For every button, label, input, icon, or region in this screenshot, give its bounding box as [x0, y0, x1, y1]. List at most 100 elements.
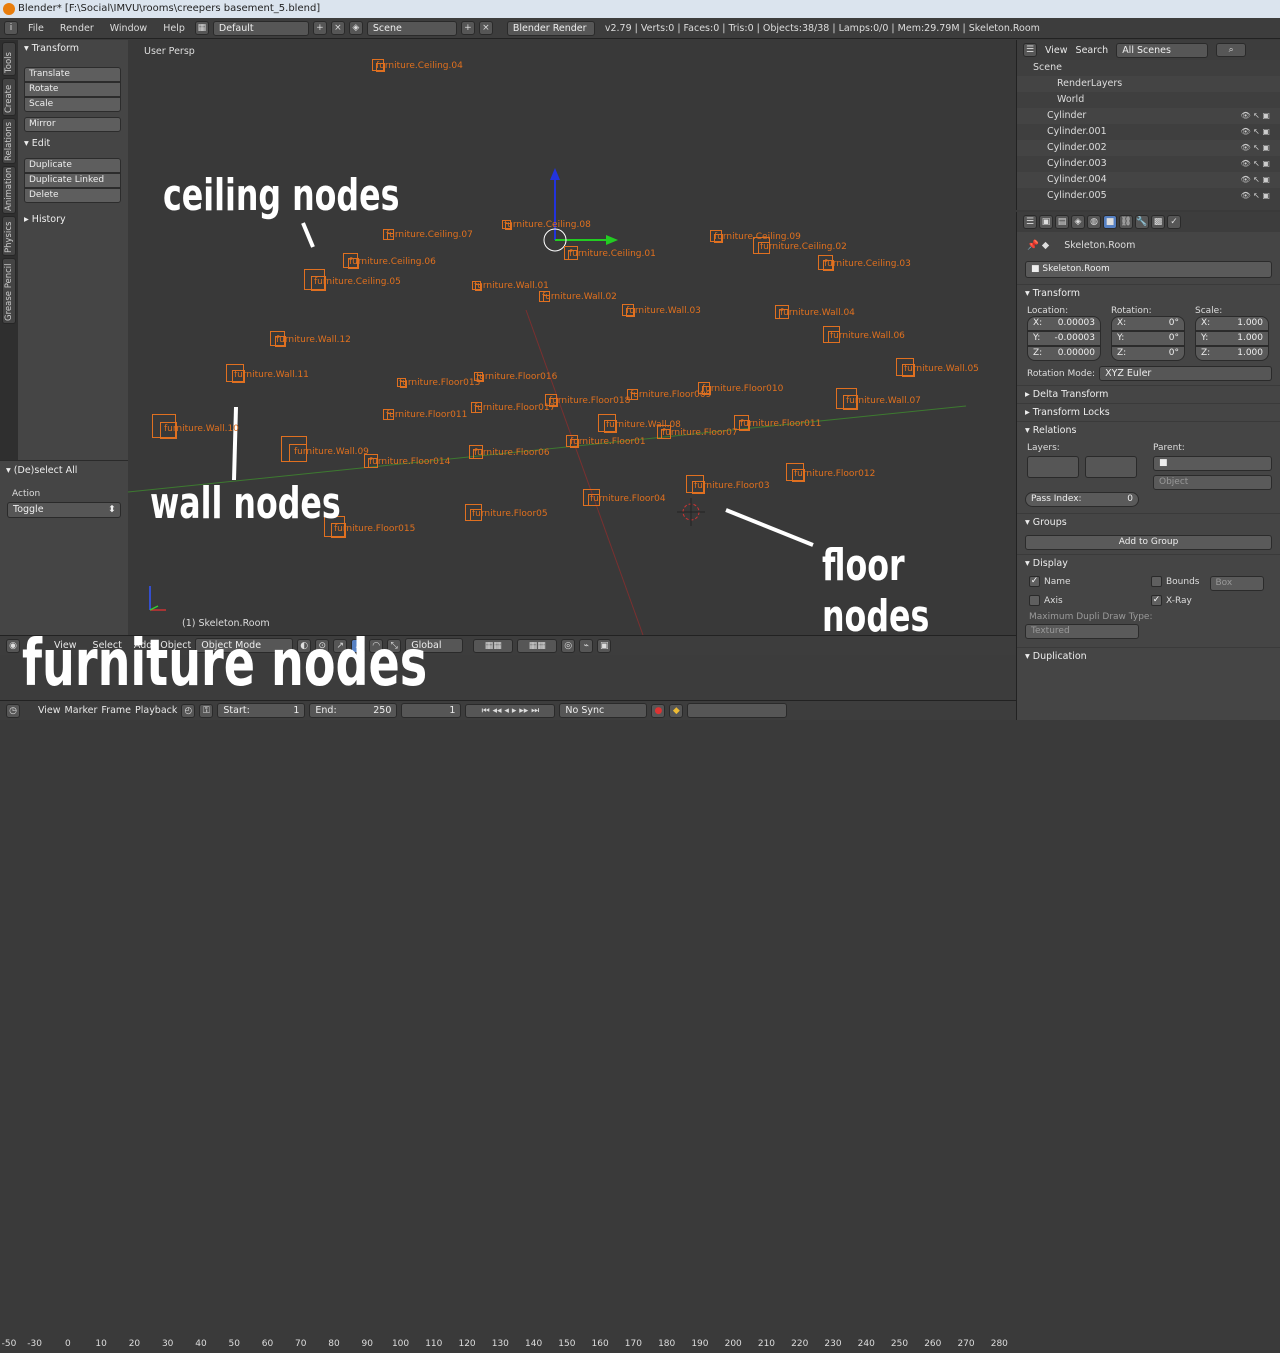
rotation-field[interactable]: Y: 0° — [1111, 331, 1185, 346]
tab-grease-pencil[interactable]: Grease Pencil — [2, 258, 16, 324]
tab-tools[interactable]: Tools — [2, 42, 16, 76]
object-name-field[interactable]: ■ Skeleton.Room — [1025, 261, 1272, 278]
render-tab-icon[interactable]: ▣ — [1039, 215, 1053, 229]
clock-icon[interactable]: ◴ — [181, 703, 196, 718]
tab-create[interactable]: Create — [2, 78, 16, 116]
bounds-type-select[interactable]: Box — [1209, 576, 1264, 591]
outliner-item[interactable]: RenderLayers — [1017, 76, 1280, 92]
outliner-item[interactable]: Cylinder.003 👁 ↖ ▣ — [1017, 156, 1280, 172]
modifiers-tab-icon[interactable]: 🔧 — [1135, 215, 1149, 229]
end-frame-field[interactable]: End: 250 — [309, 703, 398, 718]
tl-menu-marker[interactable]: Marker — [65, 705, 98, 716]
properties-editor-icon[interactable]: ☰ — [1023, 215, 1037, 229]
scene-icon[interactable]: ◈ — [348, 21, 363, 35]
visibility-icons[interactable]: 👁 ↖ ▣ — [1240, 172, 1270, 188]
display-header[interactable]: ▾ Display — [1017, 554, 1280, 572]
keyframe-icon[interactable]: ◆ — [669, 703, 684, 718]
add-to-group-button[interactable]: Add to Group — [1025, 535, 1272, 550]
location-field[interactable]: X: 0.00003 — [1027, 316, 1101, 331]
layers-block-1[interactable] — [1027, 456, 1079, 478]
outliner-editor-icon[interactable]: ☰ — [1023, 43, 1037, 57]
edit-panel-header[interactable]: ▾ Edit — [18, 135, 128, 152]
frame-ruler[interactable]: -50 -30 0 10 20 30 40 50 60 70 80 90 100 110 120 130 140… — [0, 1339, 1016, 1353]
object-tab-icon[interactable]: ■ — [1103, 215, 1117, 229]
mirror-button[interactable]: Mirror — [24, 117, 121, 132]
parent-type-select[interactable]: Object — [1153, 475, 1272, 490]
outliner-item[interactable]: Cylinder.002 👁 ↖ ▣ — [1017, 140, 1280, 156]
rotation-field[interactable]: Z: 0° — [1111, 346, 1185, 361]
tab-physics[interactable]: Physics — [2, 216, 16, 256]
tl-menu-playback[interactable]: Playback — [135, 705, 177, 716]
record-icon[interactable]: ● — [651, 703, 666, 718]
transform-panel-header[interactable]: ▾ Transform — [18, 40, 128, 57]
timeline-editor-icon[interactable]: ◷ — [6, 703, 20, 718]
name-checkbox[interactable]: ✓ Name — [1029, 576, 1151, 591]
layers-grid[interactable]: ▦▦ — [473, 638, 514, 653]
transform-locks-header[interactable]: ▸ Transform Locks — [1017, 403, 1280, 421]
current-frame-field[interactable]: 1 — [401, 703, 462, 718]
tab-animation[interactable]: Animation — [2, 166, 16, 214]
scale-field[interactable]: X: 1.000 — [1195, 316, 1269, 331]
outliner-item[interactable]: Cylinder.004 👁 ↖ ▣ — [1017, 172, 1280, 188]
pass-index-field[interactable]: Pass Index: 0 — [1025, 492, 1139, 507]
outliner-item[interactable]: Cylinder.001 👁 ↖ ▣ — [1017, 124, 1280, 140]
duplication-header[interactable]: ▾ Duplication — [1017, 647, 1280, 665]
dupli-select[interactable]: Textured — [1025, 624, 1139, 639]
duplicate-linked-button[interactable]: Duplicate Linked — [24, 173, 121, 188]
scale-field[interactable]: Z: 1.000 — [1195, 346, 1269, 361]
tl-menu-frame[interactable]: Frame — [101, 705, 131, 716]
layers-tab-icon[interactable]: ▤ — [1055, 215, 1069, 229]
world-tab-icon[interactable]: ◍ — [1087, 215, 1101, 229]
action-select[interactable]: Toggle ⬍ — [7, 502, 121, 518]
keying-set-field[interactable] — [687, 703, 788, 718]
layout-select[interactable]: Default — [212, 20, 309, 36]
axis-checkbox[interactable]: Axis — [1029, 595, 1151, 606]
screen-layout-icon[interactable]: ▦ — [194, 21, 209, 35]
remove-scene-icon[interactable]: × — [478, 21, 493, 35]
menu-help[interactable]: Help — [157, 23, 191, 34]
location-field[interactable]: Y: -0.00003 — [1027, 331, 1101, 346]
editor-type-icon[interactable]: i — [4, 21, 18, 35]
layers-block-2[interactable] — [1085, 456, 1137, 478]
outliner-menu-view[interactable]: View — [1045, 45, 1068, 56]
physics-tab-icon[interactable]: ✓ — [1167, 215, 1181, 229]
rotate-button[interactable]: Rotate — [24, 82, 121, 97]
outliner-item[interactable]: Cylinder 👁 ↖ ▣ — [1017, 108, 1280, 124]
tab-relations[interactable]: Relations — [2, 118, 16, 164]
menu-file[interactable]: File — [22, 23, 50, 34]
menu-render[interactable]: Render — [54, 23, 100, 34]
operator-title[interactable]: ▾ (De)select All — [0, 461, 128, 479]
visibility-icons[interactable]: 👁 ↖ ▣ — [1240, 108, 1270, 124]
3d-viewport[interactable]: User Persp furniture.Ceiling.04 furniture… — [128, 40, 1016, 635]
constraints-tab-icon[interactable]: ⛓ — [1119, 215, 1133, 229]
add-layout-icon[interactable]: + — [312, 21, 327, 35]
visibility-icons[interactable]: 👁 ↖ ▣ — [1240, 140, 1270, 156]
visibility-icons[interactable]: 👁 ↖ ▣ — [1240, 188, 1270, 204]
add-scene-icon[interactable]: + — [460, 21, 475, 35]
editor-type-icon-3d[interactable]: ◉ — [6, 638, 20, 653]
parent-field[interactable]: ■ — [1153, 456, 1272, 471]
lock-camera-icon[interactable]: ◎ — [561, 638, 576, 653]
sync-select[interactable]: No Sync — [559, 703, 648, 718]
duplicate-button[interactable]: Duplicate — [24, 158, 121, 173]
render-preview-icon[interactable]: ▣ — [597, 638, 612, 653]
scene-select[interactable]: Scene — [366, 20, 457, 36]
groups-header[interactable]: ▾ Groups — [1017, 513, 1280, 531]
scale-button[interactable]: Scale — [24, 97, 121, 112]
outliner-search-icon[interactable]: ⌕ — [1216, 43, 1247, 57]
outliner-menu-search[interactable]: Search — [1076, 45, 1109, 56]
visibility-icons[interactable]: 👁 ↖ ▣ — [1240, 124, 1270, 140]
outliner-item[interactable]: Cylinder.005 👁 ↖ ▣ — [1017, 188, 1280, 204]
xray-checkbox[interactable]: ✓ X-Ray — [1151, 595, 1192, 606]
rotation-field[interactable]: X: 0° — [1111, 316, 1185, 331]
outliner-item[interactable]: Scene — [1017, 60, 1280, 76]
playback-controls[interactable]: ⏮ ◂◂ ◂ ▸ ▸▸ ⏭ — [465, 703, 556, 718]
layers-grid-2[interactable]: ▦▦ — [517, 638, 558, 653]
remove-layout-icon[interactable]: × — [330, 21, 345, 35]
timeline[interactable]: furniture nodes -50 -30 0 10 20 30 40 50 60 70 80 9… — [0, 627, 1016, 1349]
start-frame-field[interactable]: Start: 1 — [217, 703, 306, 718]
delete-button[interactable]: Delete — [24, 188, 121, 203]
rotation-mode-select[interactable]: XYZ Euler — [1099, 366, 1272, 381]
texture-tab-icon[interactable]: ▩ — [1151, 215, 1165, 229]
delta-transform-header[interactable]: ▸ Delta Transform — [1017, 385, 1280, 403]
